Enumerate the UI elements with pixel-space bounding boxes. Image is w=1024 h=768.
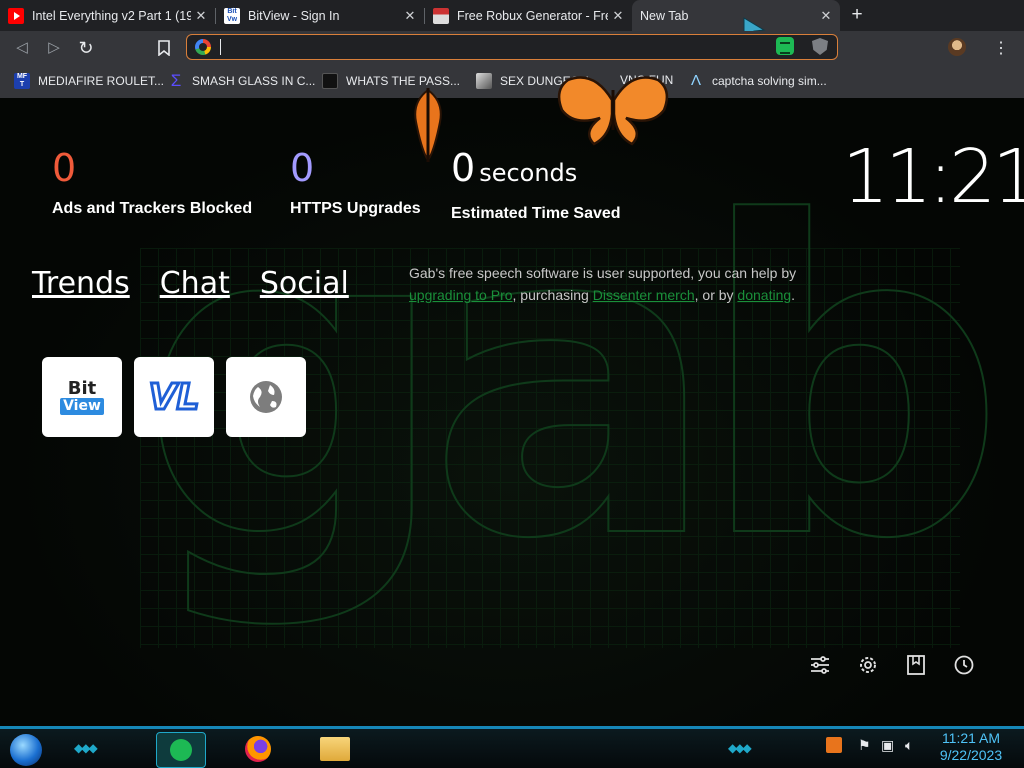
lock-icon	[322, 73, 338, 89]
tab-title: Intel Everything v2 Part 1 (19	[32, 8, 191, 23]
file-explorer-taskbar-app[interactable]	[318, 732, 352, 766]
address-bar[interactable]	[186, 34, 838, 60]
new-tab-page: gab 0 Ads and Trackers Blocked 0 HTTPS U…	[0, 98, 1024, 726]
bookmark-label: MEDIAFIRE ROULET...	[38, 74, 165, 88]
back-button[interactable]: ◁	[12, 38, 32, 58]
tab-title: Free Robux Generator - Free	[457, 8, 608, 23]
stat-value: 0	[290, 146, 315, 190]
sigma-icon: Σ	[170, 71, 182, 90]
cube-icon	[476, 73, 492, 89]
bookmarks-icon[interactable]	[905, 654, 927, 676]
google-icon	[195, 39, 211, 55]
vl-logo-icon: VL	[147, 375, 201, 419]
chat-link[interactable]: Chat	[160, 266, 230, 301]
stat-unit: seconds	[479, 159, 578, 187]
globe-icon	[250, 381, 282, 413]
decorative-chevrons-icon: ◆◆◆	[74, 741, 98, 755]
promo-text: , purchasing	[512, 287, 593, 303]
address-input[interactable]	[223, 37, 747, 59]
history-icon[interactable]	[953, 654, 975, 676]
close-tab-icon[interactable]: ✕	[400, 8, 420, 24]
bookmark-label: SMASH GLASS IN C...	[192, 74, 316, 88]
globe-tile[interactable]	[226, 357, 306, 437]
bookmark-label: captcha solving sim...	[712, 74, 827, 88]
new-tab-button[interactable]: +	[846, 4, 868, 26]
volume-icon[interactable]: 🔈︎	[905, 737, 913, 754]
trends-link[interactable]: Trends	[32, 266, 130, 301]
text-caret	[220, 39, 221, 55]
spotify-extension-icon[interactable]	[776, 37, 794, 55]
firefox-icon	[245, 736, 271, 762]
close-tab-icon[interactable]: ✕	[816, 8, 836, 24]
tab-title: New Tab	[640, 8, 689, 23]
vl-tile[interactable]: VL	[134, 357, 214, 437]
stat-value: 0	[52, 146, 77, 190]
folder-icon	[320, 737, 350, 761]
social-link[interactable]: Social	[260, 266, 349, 301]
tab-youtube[interactable]: Intel Everything v2 Part 1 (19 ✕	[0, 0, 215, 31]
bitview-tile[interactable]: Bit View	[42, 357, 122, 437]
generic-page-icon	[433, 7, 449, 24]
stat-https-upgrades: 0 HTTPS Upgrades	[290, 146, 421, 218]
forward-button[interactable]: ▷	[44, 38, 64, 58]
customize-icon[interactable]	[809, 654, 831, 676]
firefox-taskbar-app[interactable]	[241, 732, 275, 766]
butterfly-icon	[557, 76, 669, 146]
bitview-icon: Bit Vw	[224, 7, 240, 24]
stat-label: HTTPS Upgrades	[290, 200, 421, 217]
stat-ads-blocked: 0 Ads and Trackers Blocked	[52, 146, 252, 218]
bookmarks-bar: MF T MEDIAFIRE ROULET... Σ SMASH GLASS IN…	[0, 64, 1024, 98]
tab-strip: Intel Everything v2 Part 1 (19 ✕ Bit Vw B…	[0, 0, 1024, 44]
profile-avatar[interactable]	[948, 38, 966, 56]
tray-app-icon[interactable]	[826, 737, 842, 753]
taskbar-clock[interactable]: 11:21 AM 9/22/2023	[930, 730, 1012, 764]
stat-label: Estimated Time Saved	[451, 205, 621, 222]
nav-links: Trends Chat Social	[32, 266, 349, 301]
bookmark-item[interactable]: Λ captcha solving sim...	[688, 73, 827, 89]
browser-menu-button[interactable]: ⋮	[993, 38, 1009, 58]
clock: 11:21	[842, 134, 1024, 220]
tab-robux[interactable]: Free Robux Generator - Free ✕	[425, 0, 632, 31]
youtube-icon	[8, 7, 24, 24]
promo-text: , or by	[694, 287, 738, 303]
stat-value: 0	[451, 146, 476, 190]
start-button[interactable]	[10, 734, 42, 766]
upgrade-pro-link[interactable]: upgrading to Pro	[409, 287, 513, 303]
network-icon[interactable]: ▣	[881, 737, 894, 754]
support-message: Gab's free speech software is user suppo…	[409, 262, 804, 306]
bookmark-item[interactable]: MF T MEDIAFIRE ROULET...	[14, 73, 164, 89]
stat-time-saved: 0 seconds Estimated Time Saved	[451, 146, 621, 223]
promo-text: Gab's free speech software is user suppo…	[409, 265, 797, 281]
taskbar-date: 9/22/2023	[939, 747, 1003, 763]
spotify-icon	[170, 739, 192, 761]
settings-icon[interactable]	[857, 654, 879, 676]
decorative-chevrons-icon: ◆◆◆	[728, 741, 752, 755]
promo-text: .	[791, 287, 796, 303]
reload-button[interactable]: ↻	[76, 38, 96, 58]
triangle-icon: Λ	[690, 72, 702, 89]
dissenter-merch-link[interactable]: Dissenter merch	[593, 287, 695, 303]
bookmark-item[interactable]: Σ SMASH GLASS IN C...	[168, 71, 316, 90]
browser-toolbar: ◁ ▷ ↻	[0, 31, 1024, 64]
flag-icon[interactable]: ⚑	[858, 737, 871, 754]
mft-icon: MF T	[14, 73, 30, 89]
tab-title: BitView - Sign In	[248, 8, 340, 23]
close-tab-icon[interactable]: ✕	[608, 8, 628, 24]
bookmark-icon[interactable]	[157, 40, 171, 56]
stat-label: Ads and Trackers Blocked	[52, 200, 253, 217]
tab-bitview[interactable]: Bit Vw BitView - Sign In ✕	[216, 0, 424, 31]
spotify-taskbar-app[interactable]	[156, 732, 206, 768]
close-tab-icon[interactable]: ✕	[191, 8, 211, 24]
taskbar-time: 11:21 AM	[941, 730, 1001, 746]
bitview-logo-icon: Bit View	[60, 379, 104, 415]
butterfly-icon	[414, 88, 442, 162]
taskbar: ◆◆◆ ◆◆◆ ⚑ ▣ 🔈︎ 11:21 AM 9/22/2023	[0, 726, 1024, 768]
tab-new-tab[interactable]: New Tab ✕	[632, 0, 840, 31]
donating-link[interactable]: donating	[737, 287, 791, 303]
